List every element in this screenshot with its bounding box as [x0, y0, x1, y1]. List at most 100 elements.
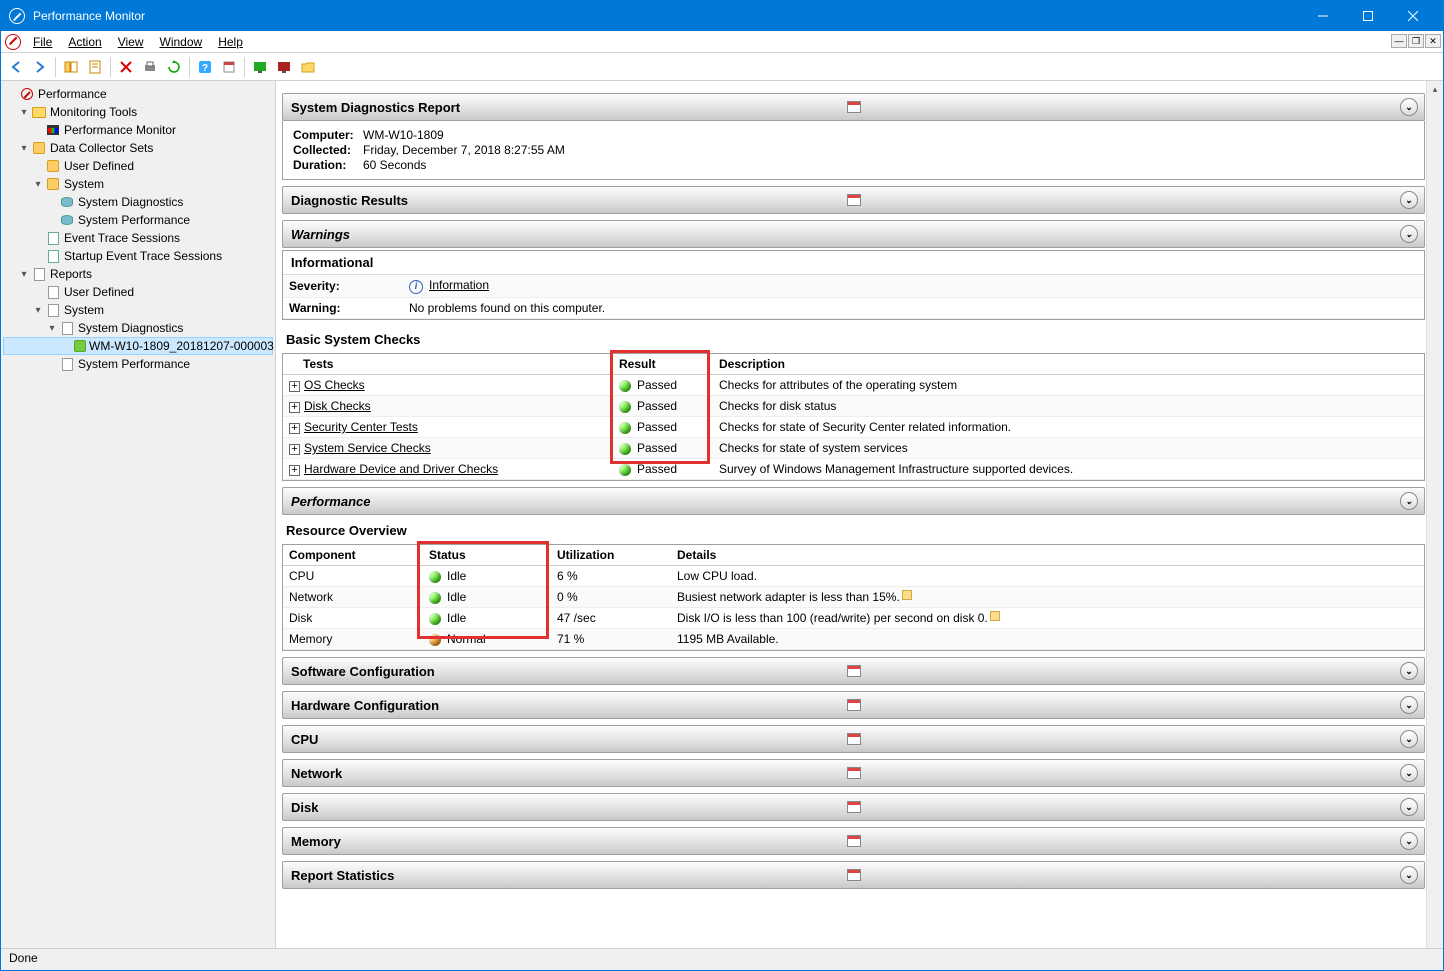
basic-checks-title: Basic System Checks [282, 324, 1425, 351]
tree-dcs-user-defined[interactable]: User Defined [3, 157, 273, 175]
section-disk[interactable]: Disk ⌄ [282, 793, 1425, 821]
collapse-button[interactable]: ⌄ [1400, 662, 1418, 680]
collapse-button[interactable]: ⌄ [1400, 225, 1418, 243]
table-row: +OS Checks Passed Checks for attributes … [283, 375, 1424, 396]
check-link[interactable]: System Service Checks [304, 441, 431, 455]
collapse-button[interactable]: ⌄ [1400, 730, 1418, 748]
check-link[interactable]: Disk Checks [304, 399, 371, 413]
monitor2-button[interactable] [273, 56, 295, 78]
expand-icon[interactable]: + [289, 402, 300, 413]
back-button[interactable] [5, 56, 27, 78]
status-dot-icon [429, 571, 441, 583]
expand-icon[interactable]: + [289, 423, 300, 434]
check-link[interactable]: OS Checks [304, 378, 365, 392]
resource-overview-title: Resource Overview [282, 515, 1425, 542]
expand-icon[interactable]: + [289, 465, 300, 476]
menu-view[interactable]: View [110, 33, 152, 51]
collapse-button[interactable]: ⌄ [1400, 696, 1418, 714]
section-hardware-configuration[interactable]: Hardware Configuration ⌄ [282, 691, 1425, 719]
status-dot-icon [619, 422, 631, 434]
informational-box: Informational Severity: iInformation War… [282, 250, 1425, 320]
tree-dcs-system[interactable]: ▾System [3, 175, 273, 193]
mdi-close[interactable]: ✕ [1425, 34, 1441, 48]
app-icon [9, 8, 25, 24]
tree-data-collector-sets[interactable]: ▾Data Collector Sets [3, 139, 273, 157]
informational-title: Informational [283, 251, 1424, 275]
collapse-button[interactable]: ⌄ [1400, 764, 1418, 782]
svg-text:?: ? [202, 63, 208, 74]
menu-window[interactable]: Window [152, 33, 211, 51]
monitor1-button[interactable] [249, 56, 271, 78]
scroll-up-icon[interactable]: ▴ [1427, 81, 1443, 98]
refresh-button[interactable] [163, 56, 185, 78]
tree-reports-system[interactable]: ▾System [3, 301, 273, 319]
tree-reports-user-defined[interactable]: User Defined [3, 283, 273, 301]
severity-link[interactable]: Information [429, 278, 489, 292]
note-icon [990, 611, 1000, 621]
status-dot-icon [429, 592, 441, 604]
section-warnings[interactable]: Warnings ⌄ [282, 220, 1425, 248]
tree-perf-monitor[interactable]: Performance Monitor [3, 121, 273, 139]
report-title: System Diagnostics Report [291, 100, 460, 115]
mdi-minimize[interactable]: — [1391, 34, 1407, 48]
status-dot-icon [619, 443, 631, 455]
vertical-scrollbar[interactable]: ▴ [1426, 81, 1443, 948]
section-system-diagnostics-report[interactable]: System Diagnostics Report ⌄ [282, 93, 1425, 121]
section-network[interactable]: Network ⌄ [282, 759, 1425, 787]
expand-icon[interactable]: + [289, 444, 300, 455]
status-dot-icon [619, 380, 631, 392]
view-report-button[interactable] [218, 56, 240, 78]
calendar-icon [847, 801, 861, 813]
properties-button[interactable] [84, 56, 106, 78]
minimize-button[interactable] [1300, 1, 1345, 31]
folder-button[interactable] [297, 56, 319, 78]
close-button[interactable] [1390, 1, 1435, 31]
tree-root[interactable]: Performance [3, 85, 273, 103]
table-row: Memory Normal 71 % 1195 MB Available. [283, 629, 1424, 650]
navigation-tree[interactable]: Performance ▾Monitoring Tools Performanc… [1, 81, 276, 948]
tree-reports[interactable]: ▾Reports [3, 265, 273, 283]
basic-checks-table: Tests Result Description +OS Checks Pass… [282, 353, 1425, 481]
mdi-restore[interactable]: ❐ [1408, 34, 1424, 48]
calendar-icon [847, 699, 861, 711]
info-icon: i [409, 280, 423, 294]
menu-help[interactable]: Help [210, 33, 251, 51]
tree-selected-report[interactable]: WM-W10-1809_20181207-000003 [3, 337, 273, 355]
collapse-button[interactable]: ⌄ [1400, 492, 1418, 510]
expand-icon[interactable]: + [289, 381, 300, 392]
app-menu-icon [5, 34, 21, 50]
section-cpu[interactable]: CPU ⌄ [282, 725, 1425, 753]
tree-reports-sys-diag[interactable]: ▾System Diagnostics [3, 319, 273, 337]
status-dot-icon [619, 464, 631, 476]
resource-table: Component Status Utilization Details CPU… [282, 544, 1425, 651]
section-diagnostic-results[interactable]: Diagnostic Results ⌄ [282, 186, 1425, 214]
collapse-button[interactable]: ⌄ [1400, 798, 1418, 816]
calendar-icon [847, 101, 861, 113]
check-link[interactable]: Security Center Tests [304, 420, 418, 434]
collapse-button[interactable]: ⌄ [1400, 98, 1418, 116]
section-software-configuration[interactable]: Software Configuration ⌄ [282, 657, 1425, 685]
tree-reports-sys-perf[interactable]: System Performance [3, 355, 273, 373]
forward-button[interactable] [29, 56, 51, 78]
tree-dcs-sys-diag[interactable]: System Diagnostics [3, 193, 273, 211]
section-performance[interactable]: Performance ⌄ [282, 487, 1425, 515]
tree-startup-trace[interactable]: Startup Event Trace Sessions [3, 247, 273, 265]
tree-monitoring-tools[interactable]: ▾Monitoring Tools [3, 103, 273, 121]
show-hide-tree-button[interactable] [60, 56, 82, 78]
tree-event-trace[interactable]: Event Trace Sessions [3, 229, 273, 247]
print-button[interactable] [139, 56, 161, 78]
help-button[interactable]: ? [194, 56, 216, 78]
check-link[interactable]: Hardware Device and Driver Checks [304, 462, 498, 476]
collapse-button[interactable]: ⌄ [1400, 866, 1418, 884]
collapse-button[interactable]: ⌄ [1400, 832, 1418, 850]
menu-action[interactable]: Action [60, 33, 109, 51]
tree-dcs-sys-perf[interactable]: System Performance [3, 211, 273, 229]
collapse-button[interactable]: ⌄ [1400, 191, 1418, 209]
maximize-button[interactable] [1345, 1, 1390, 31]
calendar-icon [847, 835, 861, 847]
delete-button[interactable] [115, 56, 137, 78]
section-report-statistics[interactable]: Report Statistics ⌄ [282, 861, 1425, 889]
menu-file[interactable]: File [25, 33, 60, 51]
note-icon [902, 590, 912, 600]
section-memory[interactable]: Memory ⌄ [282, 827, 1425, 855]
